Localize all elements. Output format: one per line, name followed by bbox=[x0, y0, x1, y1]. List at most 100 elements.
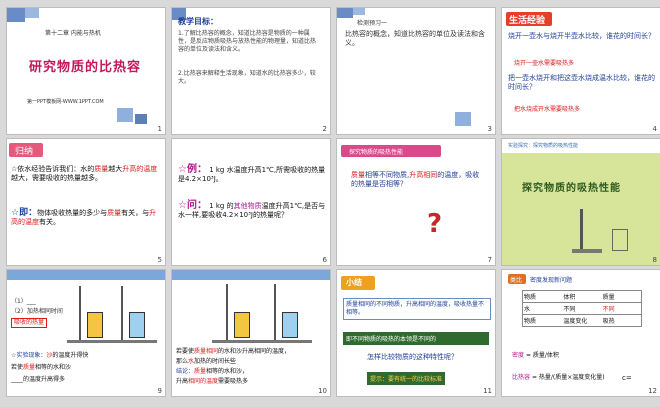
text-run: 越大，需要吸收的热量越多。 bbox=[11, 174, 102, 182]
slide-heading: 归纳 bbox=[15, 147, 34, 157]
slide-thumbnail-6[interactable]: ☆例： 1 kg 水温度升高1℃,所需吸收的热量是4.2×10³J。 ☆问： 1… bbox=[172, 139, 330, 265]
text-run: 若使 bbox=[11, 364, 24, 371]
objective-2: 2.比热容来解释生活现象，知道水的比热容多少，较大。 bbox=[178, 70, 316, 85]
text-run: 相同的温度 bbox=[188, 378, 219, 385]
step-3: 吸收的热量 bbox=[11, 318, 48, 328]
text-run: 相等的水和沙 bbox=[35, 364, 72, 371]
slide-thumbnail-5[interactable]: 归纳 ☆依水经验告诉我们：水的质量 越大升高的温度越大，需要吸收的热量越多。 ☆即… bbox=[7, 139, 165, 265]
slide-thumbnail-10[interactable]: 若要使质量相同的水和沙升高相同的温度， 那么水加热的时间长些 结论：质量相等的水… bbox=[172, 270, 330, 396]
observation-3: ____的温度升高得多 bbox=[11, 376, 66, 383]
slide-number: 9 bbox=[157, 387, 162, 395]
text-run: 1 kg 的 bbox=[209, 202, 234, 210]
text-run: 升高相同 bbox=[409, 171, 438, 179]
slide-thumbnail-8[interactable]: 实验探究：探究物质的吸热性能 探究物质的吸热性能 8 bbox=[502, 139, 660, 265]
highlight-bar: 即不同物质的吸热的本领是不同的 bbox=[343, 332, 489, 345]
text-run: 升高 bbox=[176, 378, 189, 385]
question-mark-icon: ? bbox=[427, 209, 443, 239]
heading-text: 实验探究：探究物质的吸热性能 bbox=[508, 143, 579, 149]
slide-thumbnail-12[interactable]: 类比 密度发现新问题 物质 体积 质量 水 不同 不同 物质 温度变化 吸热 密… bbox=[502, 270, 660, 396]
decor-cube bbox=[455, 112, 471, 126]
slide-thumbnail-11[interactable]: 小结 质量相同的不同物质，升高相同的温度，吸收热量不相等。 即不同物质的吸热的本… bbox=[337, 270, 495, 396]
slide-thumbnail-1[interactable]: 第十二章 内能与热机 研究物质的比热容 第一PPT模板网-WWW.1PPT.CO… bbox=[7, 8, 165, 134]
slide-number: 6 bbox=[322, 256, 327, 264]
slide-subheading: 密度发现新问题 bbox=[530, 277, 573, 284]
slide-thumbnail-4[interactable]: 生活经验 烧开一壶水与烧开半壶水比较，谁花的时间长？ 烧开一壶水需要吸热多 把一… bbox=[502, 8, 660, 134]
bullet-text: 比热容的概念，知道比热容的单位及读法和含义。 bbox=[345, 30, 485, 47]
paragraph-2: ☆即：物体吸收热量的多少与质量有关，与升高的温度有关。 bbox=[11, 209, 161, 227]
slide-number: 11 bbox=[483, 387, 492, 395]
text-run: 有关。 bbox=[39, 218, 60, 226]
observation-2: 若使质量相等的水和沙 bbox=[11, 364, 161, 372]
table-cell: 温度变化 bbox=[563, 318, 588, 325]
text-run: 需要吸热多 bbox=[218, 378, 249, 385]
question-1: 烧开一壶水与烧开半壶水比较，谁花的时间长？ bbox=[508, 32, 655, 40]
header-bar bbox=[7, 270, 165, 280]
apparatus-image bbox=[212, 284, 312, 346]
slide-thumbnail-7[interactable]: 探究物质的吸热性能 质量相等不同物质,升高相同的温度，吸收的热量是否相等？ ? … bbox=[337, 139, 495, 265]
example-paragraph: ☆例： 1 kg 水温度升高1℃,所需吸收的热量是4.2×10³J。 bbox=[178, 165, 326, 184]
slide-number: 7 bbox=[487, 256, 492, 264]
text-run: 质量 bbox=[351, 171, 365, 179]
table-cell: 不同 bbox=[563, 306, 576, 313]
text-run: ☆即： bbox=[11, 208, 38, 218]
slide-heading: 小结 bbox=[346, 278, 362, 287]
objective-1: 1.了解比热容的概念，知道比热容是物质的一种属性，是反应物质吸热与放热性能的物理… bbox=[178, 30, 317, 53]
slide-number: 2 bbox=[322, 125, 327, 133]
text-run: 物体吸收热量的多少与 bbox=[37, 209, 108, 217]
apparatus-image bbox=[572, 209, 632, 255]
text-run: 密度 bbox=[512, 352, 525, 359]
text-run: 越大 bbox=[108, 165, 123, 173]
slide-thumbnail-3[interactable]: 检测预习一 比热容的概念，知道比热容的单位及读法和含义。 3 bbox=[337, 8, 495, 134]
decor-cube bbox=[117, 108, 133, 122]
text-run: 质量 bbox=[107, 209, 122, 217]
compare-table: 物质 体积 质量 水 不同 不同 物质 温度变化 吸热 bbox=[522, 290, 642, 327]
slide-heading: 类比 bbox=[510, 277, 523, 284]
text-run: ☆例： bbox=[178, 164, 207, 175]
decor-cube bbox=[135, 114, 147, 124]
slide-number: 5 bbox=[157, 256, 162, 264]
conclusion-3: 结论：质量相等的水和沙， bbox=[176, 368, 326, 376]
answer-2: 把水烧成开水需要吸热多 bbox=[514, 106, 581, 113]
slide-number: 1 bbox=[157, 125, 162, 133]
text-run: 相等的水和沙， bbox=[206, 368, 249, 375]
paragraph: 质量相等不同物质,升高相同的温度，吸收的热量是否相等？ bbox=[351, 171, 481, 189]
answer-1: 烧开一壶水需要吸热多 bbox=[514, 60, 575, 67]
conclusion-4: 升高相同的温度需要吸热多 bbox=[176, 378, 326, 386]
formula-specific-heat: 比热容 = 热量/(质量×温度变化量) bbox=[512, 374, 605, 382]
text-run: 升高的温度 bbox=[122, 165, 158, 173]
slide-number: 10 bbox=[318, 387, 327, 395]
slide-heading: 探究物质的吸热性能 bbox=[349, 149, 404, 156]
slide-number: 4 bbox=[652, 125, 657, 133]
text-run: 质量 bbox=[23, 364, 36, 371]
step-2: （2）加热相同时间 bbox=[11, 308, 63, 315]
apparatus-image bbox=[67, 286, 157, 346]
text-run: 的温度升得快 bbox=[52, 352, 89, 359]
footer-text: 第一PPT模板网-WWW.1PPT.COM bbox=[27, 99, 104, 105]
slide-thumbnail-2[interactable]: 教学目标： 1.了解比热容的概念，知道比热容是物质的一种属性，是反应物质吸热与放… bbox=[172, 8, 330, 134]
text-run: ☆问： bbox=[178, 200, 207, 211]
text-run: 质量 bbox=[194, 368, 207, 375]
table-cell: 水 bbox=[524, 306, 531, 313]
paragraph-1: ☆依水经验告诉我们：水的质量越大升高的温度越大，需要吸收的热量越多。 bbox=[11, 165, 161, 183]
slide-number: 8 bbox=[652, 256, 657, 264]
decor-cube bbox=[7, 8, 25, 22]
text-run: ☆依水经验告诉我们：水的 bbox=[11, 165, 95, 173]
slide-heading: 检测预习一 bbox=[357, 20, 388, 27]
decor-cube bbox=[353, 8, 365, 15]
text-run: 加热的时间长些 bbox=[194, 358, 237, 365]
text-run: 相等不同物质, bbox=[365, 171, 410, 179]
text-run: 的水和沙升高相同的温度， bbox=[218, 348, 291, 355]
question-text: 怎样比较物质的这种特性呢？ bbox=[367, 353, 458, 361]
table-header: 质量 bbox=[602, 294, 615, 301]
observation-1: ☆实验现象：沙的温度升得快 bbox=[11, 352, 161, 360]
slide-number: 3 bbox=[487, 125, 492, 133]
slide-heading: 教学目标： bbox=[178, 17, 218, 26]
table-cell: 吸热 bbox=[602, 318, 615, 325]
table-cell: 物质 bbox=[524, 318, 537, 325]
summary-box: 质量相同的不同物质，升高相同的温度，吸收热量不相等。 bbox=[343, 298, 491, 320]
text-run: 若要使 bbox=[176, 348, 195, 355]
conclusion-1: 若要使质量相同的水和沙升高相同的温度， bbox=[176, 348, 326, 356]
text-run: ☆实验现象： bbox=[11, 352, 47, 359]
text-run: 结论： bbox=[176, 368, 195, 375]
slide-thumbnail-9[interactable]: （1）___ （2）加热相同时间 吸收的热量 ☆实验现象：沙的温度升得快 若使质… bbox=[7, 270, 165, 396]
